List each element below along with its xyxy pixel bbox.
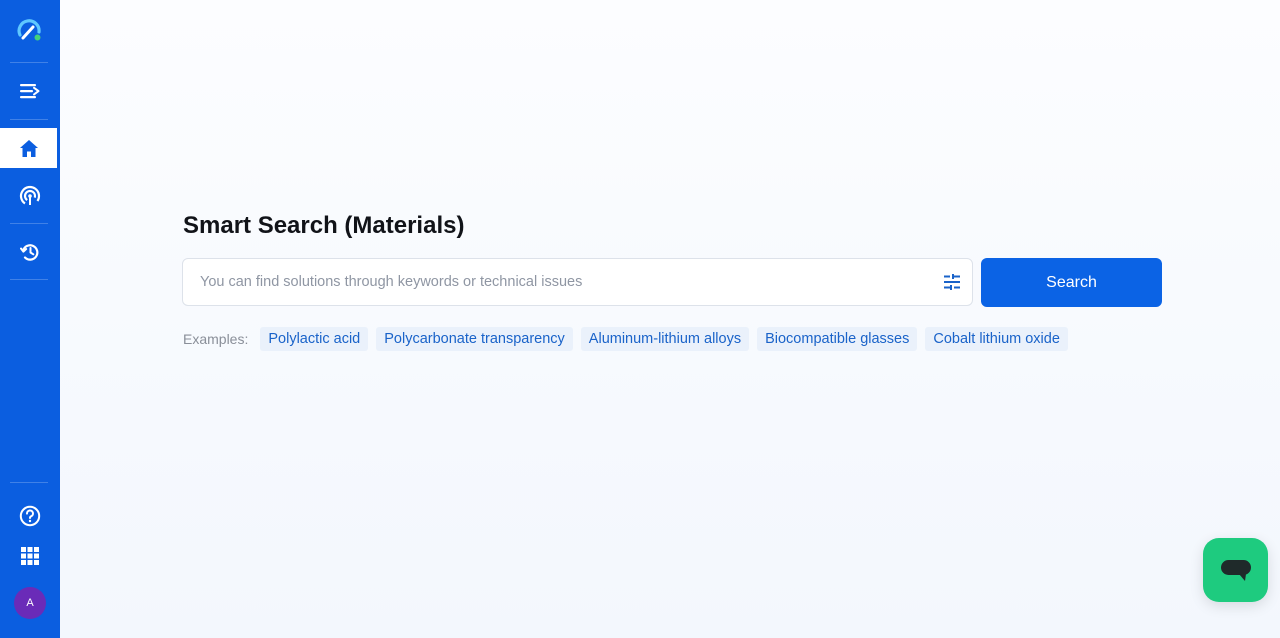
example-chip[interactable]: Polylactic acid [260,327,369,351]
example-chip[interactable]: Biocompatible glasses [757,327,918,351]
user-menu[interactable]: A [0,586,60,620]
example-chip[interactable]: Polycarbonate transparency [376,327,573,351]
examples-label: Examples: [183,331,249,347]
sidebar-divider [10,223,48,224]
help-button[interactable] [0,498,60,534]
avatar[interactable]: A [14,587,46,619]
sidebar: A [0,0,60,638]
app-logo[interactable] [0,10,60,52]
apps-button[interactable] [0,538,60,574]
chat-bubble-icon [1220,560,1251,581]
gauge-logo-icon [17,19,42,42]
grid-icon [21,547,39,565]
search-box [182,258,973,306]
sidebar-divider [10,279,48,280]
sidebar-divider [10,62,48,63]
sidebar-divider [10,482,48,483]
chat-widget-button[interactable] [1203,538,1268,602]
history-icon [20,244,39,261]
search-input[interactable] [183,259,923,305]
filter-sliders-icon[interactable] [943,273,961,291]
examples-row: Examples: Polylactic acid Polycarbonate … [183,327,1076,351]
sidebar-item-history[interactable] [0,233,60,271]
sidebar-divider [10,119,48,120]
menu-arrow-icon [20,84,40,99]
sidebar-item-home[interactable] [0,128,57,168]
home-icon [19,139,38,157]
help-circle-icon [19,505,41,527]
sidebar-item-radar[interactable] [0,176,60,216]
page-title: Smart Search (Materials) [183,212,465,239]
sidebar-toggle-button[interactable] [0,72,60,110]
broadcast-icon [19,185,41,207]
search-button[interactable]: Search [981,258,1162,307]
example-chip[interactable]: Aluminum-lithium alloys [580,327,750,351]
example-chip[interactable]: Cobalt lithium oxide [925,327,1068,351]
